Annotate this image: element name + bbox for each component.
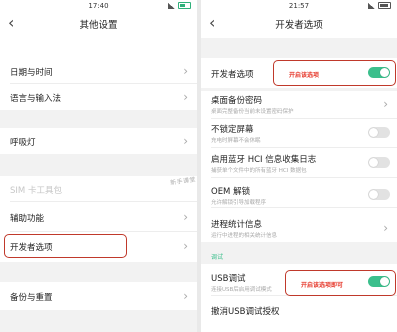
developer-options-screen: 21:57 ‹ 开发者选项 开发者选项 开启该选项 桌面备份密码 桌面完整备份当… (201, 0, 397, 332)
battery-icon (378, 2, 391, 9)
setting-label: 撤消USB调试授权 (211, 307, 280, 317)
menu-item-breathing-light[interactable]: 呼吸灯 › (0, 128, 197, 154)
setting-label: OEM 解锁 (211, 187, 251, 197)
setting-desktop-backup-password[interactable]: 桌面备份密码 桌面完整备份当前未设置密码保护 › (201, 91, 397, 119)
chevron-right-icon: › (183, 90, 188, 104)
other-settings-screen: 17:40 ‹ 其他设置 日期与时间 › 语言与输入法 › 呼吸灯 › SIM … (0, 0, 197, 332)
setting-label: USB调试 (211, 274, 246, 284)
menu-item-label: 呼吸灯 (10, 138, 36, 148)
menu-item-sim-toolkit[interactable]: SIM 卡工具包 (0, 176, 197, 202)
signal-icon (168, 2, 175, 9)
chevron-right-icon: › (183, 134, 188, 148)
status-bar: 17:40 (0, 0, 197, 12)
setting-stay-awake[interactable]: 不锁定屏幕 充电时屏幕不会休眠 (201, 119, 397, 148)
menu-item-label: 日期与时间 (10, 68, 53, 78)
setting-label: 开发者选项 (211, 70, 254, 80)
stay-awake-toggle[interactable] (368, 127, 390, 138)
section-gap (201, 242, 397, 264)
setting-description: 运行中进程的相关统计信息 (211, 233, 278, 239)
title-bar: ‹ 开发者选项 (201, 14, 397, 34)
setting-process-stats[interactable]: 进程统计信息 运行中进程的相关统计信息 › (201, 208, 397, 242)
highlight-box-usb-debugging (285, 270, 396, 296)
toggle-knob (369, 158, 378, 167)
menu-item-label: 语言与输入法 (10, 94, 62, 104)
oem-unlock-toggle[interactable] (368, 189, 390, 200)
setting-description: 捕获单个文件中的所有蓝牙 HCI 数据包 (211, 168, 307, 174)
menu-item-language-input[interactable]: 语言与输入法 › (0, 84, 197, 110)
chevron-right-icon: › (183, 239, 188, 253)
menu-item-accessibility[interactable]: 辅助功能 › (0, 202, 197, 232)
chevron-right-icon: › (183, 289, 188, 303)
menu-item-label: SIM 卡工具包 (10, 186, 62, 196)
menu-item-label: 辅助功能 (10, 214, 45, 224)
section-gap (0, 310, 197, 332)
status-icons (168, 2, 191, 9)
chevron-right-icon: › (183, 64, 188, 78)
title-bar: ‹ 其他设置 (0, 14, 197, 34)
highlight-box-developer-options (4, 234, 127, 258)
setting-bluetooth-hci-log[interactable]: 启用蓝牙 HCI 信息收集日志 捕获单个文件中的所有蓝牙 HCI 数据包 (201, 148, 397, 178)
chevron-right-icon: › (383, 97, 388, 111)
setting-description: 桌面完整备份当前未设置密码保护 (211, 109, 294, 115)
toggle-knob (369, 128, 378, 137)
setting-label: 桌面备份密码 (211, 96, 263, 106)
bluetooth-hci-toggle[interactable] (368, 157, 390, 168)
menu-item-backup-reset[interactable]: 备份与重置 › (0, 282, 197, 310)
section-gap (0, 154, 197, 176)
section-gap (0, 262, 197, 282)
toggle-knob (369, 190, 378, 199)
chevron-right-icon: › (183, 210, 188, 224)
highlight-box-developer-toggle (273, 60, 396, 86)
status-icons (368, 2, 391, 9)
battery-icon (178, 2, 191, 9)
page-title: 开发者选项 (275, 20, 323, 31)
setting-revoke-usb-authorization[interactable]: 撤消USB调试授权 (201, 296, 397, 326)
setting-description: 连接USB后启用调试模式 (211, 287, 272, 293)
page-title: 其他设置 (79, 20, 118, 31)
setting-description: 允许解锁引导加载程序 (211, 200, 267, 206)
chevron-right-icon: › (383, 221, 388, 235)
section-gap (0, 110, 197, 128)
setting-description: 充电时屏幕不会休眠 (211, 138, 261, 144)
setting-oem-unlock[interactable]: OEM 解锁 允许解锁引导加载程序 (201, 178, 397, 208)
menu-item-date-time[interactable]: 日期与时间 › (0, 58, 197, 84)
section-gap (201, 38, 397, 58)
setting-label: 进程统计信息 (211, 220, 263, 230)
setting-label: 启用蓝牙 HCI 信息收集日志 (211, 155, 317, 165)
setting-label: 不锁定屏幕 (211, 125, 254, 135)
signal-icon (368, 2, 375, 9)
status-bar: 21:57 (201, 0, 397, 12)
section-header-debugging: 调试 (211, 254, 224, 261)
menu-item-label: 备份与重置 (10, 293, 53, 303)
